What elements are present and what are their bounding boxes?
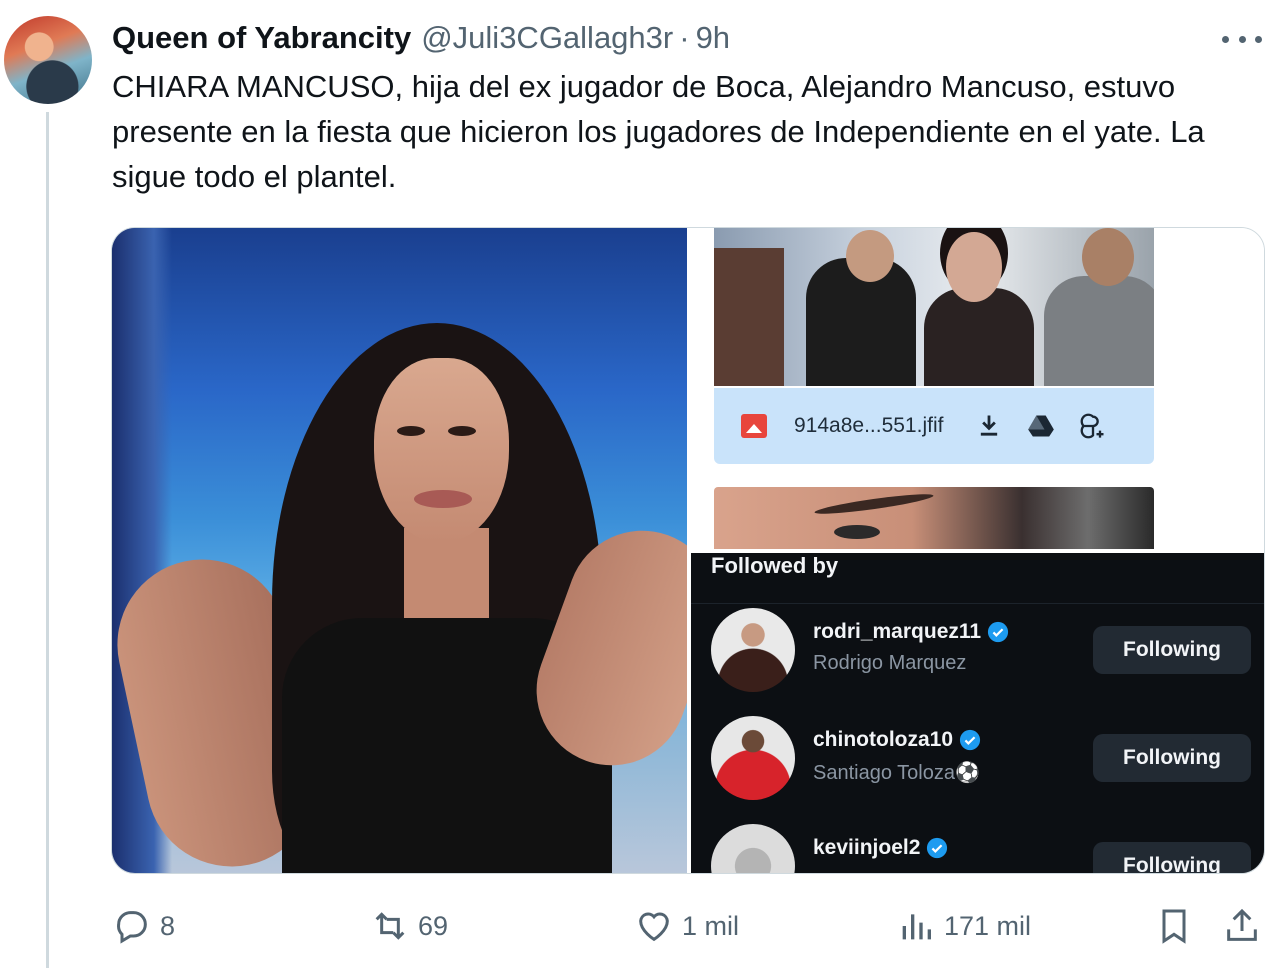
follower-username: keviinjoel2: [813, 836, 921, 859]
file-name: 914a8e...551.jfif: [794, 414, 944, 437]
bookmark-button[interactable]: [1154, 898, 1194, 954]
media-photo-collage[interactable]: 914a8e...551.jfif Followed by rodri_marq…: [687, 228, 1264, 873]
thread-line: [46, 112, 49, 968]
author-avatar[interactable]: [4, 16, 92, 104]
image-file-icon: [741, 414, 767, 438]
closeup-photo-strip: [714, 487, 1154, 549]
bookmark-icon: [1162, 909, 1186, 944]
google-drive-icon: [1024, 409, 1058, 443]
verified-badge-icon: [927, 837, 948, 859]
tweet-media[interactable]: 914a8e...551.jfif Followed by rodri_marq…: [111, 227, 1265, 874]
google-photos-icon: [1076, 409, 1110, 443]
avatar: [711, 824, 795, 873]
share-button[interactable]: [1222, 898, 1262, 954]
follower-row: keviinjoel2 Following: [705, 824, 1251, 873]
share-icon: [1227, 908, 1257, 941]
following-button: Following: [1093, 734, 1251, 782]
views-icon: [902, 914, 931, 940]
header-separator: ·: [679, 20, 690, 55]
avatar: [711, 716, 795, 800]
reply-button[interactable]: 8: [112, 898, 175, 954]
verified-badge-icon: [959, 729, 981, 751]
follower-row: rodri_marquez11 Rodrigo Marquez Followin…: [705, 608, 1251, 698]
tweet-actions: 8 69 1 mil 171 mil: [112, 898, 1272, 954]
avatar: [711, 608, 795, 692]
follower-display-name: Santiago Toloza⚽: [813, 762, 980, 784]
follower-display-name: Rodrigo Marquez: [813, 652, 967, 674]
followed-by-title: Followed by: [711, 553, 839, 578]
retweet-count: 69: [418, 910, 449, 941]
file-preview-bar: 914a8e...551.jfif: [714, 388, 1154, 464]
yacht-party-thumbnail: [714, 228, 1154, 386]
retweet-button[interactable]: 69: [370, 898, 448, 954]
follower-username: rodri_marquez11: [813, 620, 982, 643]
verified-badge-icon: [987, 621, 1009, 643]
views-count: 171 mil: [944, 910, 1032, 941]
follower-row: chinotoloza10 Santiago Toloza⚽ Following: [705, 716, 1251, 806]
heart-icon: [639, 912, 669, 942]
following-button: Following: [1093, 842, 1251, 873]
follower-username: chinotoloza10: [813, 728, 954, 751]
like-count: 1 mil: [682, 910, 740, 941]
more-options-icon[interactable]: [1222, 26, 1262, 52]
like-button[interactable]: 1 mil: [634, 898, 739, 954]
author-handle[interactable]: @Juli3CGallagh3r: [421, 20, 673, 56]
media-photo-portrait[interactable]: [112, 228, 687, 873]
author-name[interactable]: Queen of Yabrancity: [112, 20, 411, 56]
tweet-header: Queen of Yabrancity @Juli3CGallagh3r · 9…: [112, 18, 730, 58]
tweet-time[interactable]: 9h: [696, 20, 730, 56]
views-button[interactable]: 171 mil: [896, 898, 1031, 954]
following-button: Following: [1093, 626, 1251, 674]
reply-count: 8: [160, 910, 176, 941]
followed-by-panel: Followed by rodri_marquez11 Rodrigo Marq…: [691, 553, 1264, 873]
tweet-text: CHIARA MANCUSO, hija del ex jugador de B…: [112, 69, 1205, 194]
reply-icon: [117, 911, 147, 944]
retweet-icon: [375, 912, 405, 940]
download-icon: [972, 409, 1006, 443]
